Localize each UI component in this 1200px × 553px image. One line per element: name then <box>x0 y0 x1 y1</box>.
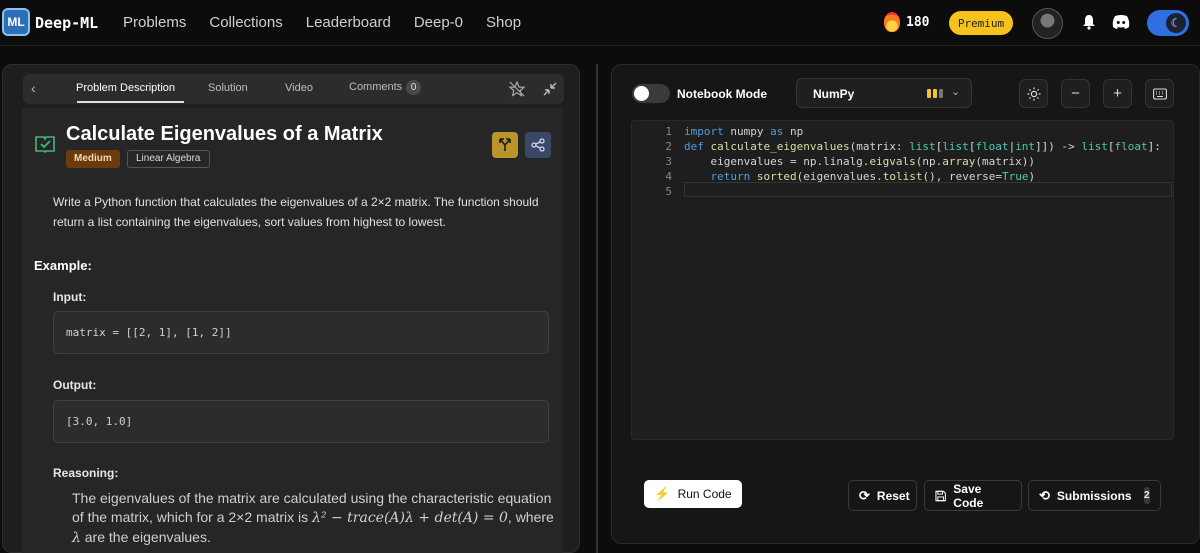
line-number: 3 <box>665 155 672 168</box>
toggle-knob <box>634 86 649 101</box>
submissions-label: Submissions <box>1056 488 1132 503</box>
problem-tabs: ‹ Problem Description Solution Video Com… <box>23 74 564 104</box>
comments-count-badge: 0 <box>406 80 422 95</box>
main-nav: Problems Collections Leaderboard Deep-0 … <box>123 14 544 31</box>
difficulty-badge: Medium <box>66 150 120 168</box>
keyboard-icon <box>1152 87 1167 100</box>
discord-icon[interactable] <box>1112 14 1130 29</box>
run-code-label: Run Code <box>677 487 732 501</box>
line-number-gutter: 1 2 3 4 5 <box>632 124 672 199</box>
flame-icon <box>884 12 900 32</box>
tab-comments[interactable]: Comments 0 <box>349 80 422 95</box>
zoom-in-button[interactable]: + <box>1103 79 1132 108</box>
nav-deep-0[interactable]: Deep-0 <box>414 14 463 31</box>
library-select[interactable]: NumPy ⌄ <box>796 78 972 108</box>
reset-label: Reset <box>876 488 910 503</box>
save-code-label: Save Code <box>953 481 984 510</box>
back-chevron-icon[interactable]: ‹ <box>31 80 45 98</box>
submissions-count-badge: 2 <box>1143 487 1150 504</box>
tab-solution[interactable]: Solution <box>208 82 248 94</box>
notebook-mode-toggle[interactable] <box>632 84 670 103</box>
input-heading: Input: <box>53 290 87 304</box>
premium-badge[interactable]: Premium <box>949 11 1013 35</box>
panel-resize-handle[interactable] <box>596 64 598 553</box>
line-number: 5 <box>665 185 672 198</box>
code-editor[interactable]: 1 2 3 4 5 import numpy as np def calcula… <box>631 120 1174 440</box>
save-icon <box>935 490 946 501</box>
star-off-icon[interactable] <box>508 80 526 98</box>
run-code-button[interactable]: ⚡ Run Code <box>644 480 742 508</box>
notebook-mode-label: Notebook Mode <box>677 87 767 101</box>
code-line: return sorted(eigenvalues.tolist(), reve… <box>710 170 1036 183</box>
output-heading: Output: <box>53 378 97 392</box>
history-icon: ⟲ <box>1039 487 1050 503</box>
code-lines[interactable]: import numpy as np def calculate_eigenva… <box>684 124 1161 199</box>
lambda-symbol: λ <box>72 530 81 546</box>
tab-video[interactable]: Video <box>285 82 313 94</box>
collapse-icon[interactable] <box>541 80 559 98</box>
code-line: def calculate_eigenvalues(matrix: list[l… <box>684 140 1161 153</box>
save-code-button[interactable]: Save Code <box>924 480 1022 511</box>
reasoning-text-c: are the eigenvalues. <box>80 529 211 545</box>
nav-collections[interactable]: Collections <box>209 14 282 31</box>
reasoning-text-b: , where <box>507 509 554 525</box>
nav-leaderboard[interactable]: Leaderboard <box>306 14 391 31</box>
plus-icon: + <box>1113 85 1122 102</box>
top-navbar: ML Deep-ML Problems Collections Leaderbo… <box>0 0 1200 46</box>
share-button[interactable] <box>525 132 551 158</box>
problem-description: Write a Python function that calculates … <box>53 195 539 229</box>
refresh-icon: ⟳ <box>859 487 870 503</box>
keyboard-button[interactable] <box>1145 79 1174 108</box>
example-input-block: matrix = [[2, 1], [1, 2]] <box>53 311 549 354</box>
signal-bars-icon <box>927 89 943 98</box>
share-icon <box>531 138 545 152</box>
example-output-block: [3.0, 1.0] <box>53 400 549 443</box>
reasoning-text: The eigenvalues of the matrix are calcul… <box>72 489 557 548</box>
code-line: import numpy as np <box>684 125 804 138</box>
submissions-button[interactable]: ⟲ Submissions 2 <box>1028 480 1161 511</box>
line-number: 4 <box>665 170 672 183</box>
theme-toggle[interactable]: ☾ <box>1147 10 1189 36</box>
nav-problems[interactable]: Problems <box>123 14 186 31</box>
zoom-out-button[interactable]: − <box>1061 79 1090 108</box>
minus-icon: − <box>1071 85 1080 102</box>
avatar[interactable] <box>1032 8 1063 39</box>
logo[interactable]: ML <box>2 8 30 36</box>
line-number: 1 <box>665 125 672 138</box>
library-name: NumPy <box>813 87 855 101</box>
streak-count: 180 <box>906 14 930 30</box>
sun-icon <box>1027 87 1040 100</box>
nav-shop[interactable]: Shop <box>486 14 521 31</box>
characteristic-equation: λ² − trace(A)λ + det(A) = 0 <box>312 510 508 526</box>
line-number: 2 <box>665 140 672 153</box>
reasoning-heading: Reasoning: <box>53 466 119 480</box>
chevron-down-icon: ⌄ <box>951 86 961 98</box>
fork-icon <box>499 138 511 151</box>
moon-icon: ☾ <box>1166 13 1186 33</box>
code-line: eigenvalues = np.linalg.eigvals(np.array… <box>684 155 1036 168</box>
bell-icon[interactable] <box>1082 14 1096 30</box>
lightning-icon: ⚡ <box>654 486 671 501</box>
problem-title: Calculate Eigenvalues of a Matrix <box>66 123 383 145</box>
fork-button[interactable] <box>492 132 518 158</box>
book-check-icon <box>35 136 55 153</box>
tab-comments-label: Comments <box>349 81 403 93</box>
example-heading: Example: <box>34 258 92 273</box>
topic-badge[interactable]: Linear Algebra <box>127 150 210 168</box>
streak-counter: 180 <box>884 12 929 32</box>
tab-problem-description[interactable]: Problem Description <box>76 82 175 94</box>
active-tab-indicator <box>77 101 184 103</box>
brand-name[interactable]: Deep-ML <box>35 14 98 32</box>
brightness-button[interactable] <box>1019 79 1048 108</box>
reset-button[interactable]: ⟳ Reset <box>848 480 917 511</box>
